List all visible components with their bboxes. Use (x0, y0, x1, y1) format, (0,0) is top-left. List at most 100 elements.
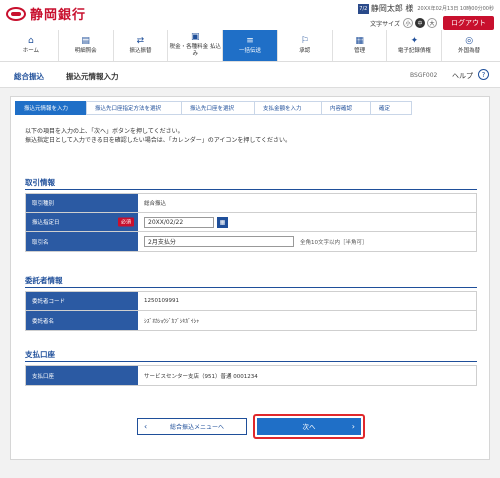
step-6: 確定 (370, 101, 412, 115)
step-indicator: 振込元情報を入力 振込先口座指定方法を選択 振込先口座を選択 支払金額を入力 内… (15, 101, 485, 115)
nav-item-transfer[interactable]: ⇄ 振込振替 (114, 30, 169, 61)
e-bond-icon: ✦ (410, 35, 419, 46)
button-area: ‹ 総合振込メニューへ 次へ › (11, 401, 491, 451)
nav-item-e-bond[interactable]: ✦ 電子記録債権 (387, 30, 443, 61)
nav-item-approval[interactable]: ⚐ 承認 (278, 30, 333, 61)
section-divider (25, 361, 477, 362)
form-row: 委託者名 ｼｽﾞｵｶｼｮｳｼﾞｶﾌﾞｼｷｶﾞｲｼｬ (26, 311, 476, 330)
nav-label: 外国為替 (458, 47, 481, 54)
client-info-table: 委託者コード 1250109991 委託者名 ｼｽﾞｵｶｼｮｳｼﾞｶﾌﾞｼｷｶﾞ… (25, 291, 477, 331)
last-login-time: 20XX年02月13日 10時00分00秒 (417, 6, 494, 12)
text-size-medium-button[interactable]: 中 (415, 18, 425, 28)
step-3: 振込先口座を選択 (181, 101, 255, 115)
next-button-highlight: 次へ › (253, 413, 365, 439)
text-size-small-button[interactable]: 小 (403, 18, 413, 28)
instructions: 以下の項目を入力の上、「次へ」ボタンを押してください。 振込指定日として入力でき… (25, 127, 475, 145)
nav-label: 管理 (354, 47, 366, 54)
chevron-left-icon: ‹ (144, 421, 148, 431)
field-label: 委託者コード (26, 292, 138, 310)
logout-button[interactable]: ログアウト (443, 16, 494, 30)
user-badge-icon: 7/2 (357, 3, 369, 14)
nav-label: 明細照会 (74, 47, 97, 54)
section-title-transaction: 取引情報 (25, 178, 55, 187)
transaction-name-input[interactable]: 2月支払分 (144, 236, 294, 247)
batch-transfer-icon: ≡ (246, 35, 254, 46)
text-size-controls: 文字サイズ 小 中 大 ログアウト (370, 16, 494, 30)
section-title-payment-account: 支払口座 (25, 350, 55, 359)
field-label: 取引名 (26, 232, 138, 251)
step-5: 内容確認 (321, 101, 371, 115)
nav-label: 一括伝送 (239, 47, 262, 54)
form-row: 取引名 2月支払分 全角10文字以内［半角可］ (26, 232, 476, 251)
admin-icon: ▦ (355, 35, 364, 46)
required-badge: 必須 (117, 217, 134, 227)
instruction-line: 振込指定日として入力できる日を確認したい場合は、「カレンダー」のアイコンを押して… (25, 137, 292, 144)
form-row: 振込指定日 必須 20XX/02/22 ▦ (26, 213, 476, 232)
nav-item-tax-payment[interactable]: ▣ 税金・各種料金 払込み (168, 30, 224, 61)
nav-label: 税金・各種料金 払込み (169, 44, 221, 57)
home-icon: ⌂ (28, 35, 34, 46)
section-title-client: 委託者情報 (25, 276, 63, 285)
transfer-date-input[interactable]: 20XX/02/22 (144, 216, 214, 228)
transaction-type-value: 総合振込 (144, 201, 167, 207)
step-1: 振込元情報を入力 (15, 101, 87, 115)
help-icon[interactable]: ? (478, 69, 489, 80)
page-titlebar: 総合振込 振込元情報入力 BSGF002 ヘルプ ? (0, 62, 500, 88)
back-button-label: 総合振込メニューへ (169, 423, 224, 431)
field-label: 振込指定日 (32, 220, 60, 226)
calendar-icon[interactable]: ▦ (217, 216, 228, 228)
field-label: 委託者名 (26, 311, 138, 330)
help-link[interactable]: ヘルプ (452, 71, 473, 81)
next-button[interactable]: 次へ › (257, 417, 361, 435)
payment-account-table: 支払口座 サービスセンター支店（951）普通 0001234 (25, 365, 477, 386)
nav-label: 振込振替 (129, 47, 152, 54)
nav-item-batch-transfer[interactable]: ≡ 一括伝送 (223, 30, 278, 61)
chevron-right-icon: › (351, 421, 355, 431)
main-panel: 振込元情報を入力 振込先口座指定方法を選択 振込先口座を選択 支払金額を入力 内… (10, 96, 490, 460)
back-to-menu-button[interactable]: ‹ 総合振込メニューへ (137, 417, 247, 435)
field-label: 支払口座 (26, 366, 138, 385)
user-area: 7/2 静岡太郎 様 20XX年02月13日 10時00分00秒 (357, 3, 494, 14)
header: 静岡銀行 7/2 静岡太郎 様 20XX年02月13日 10時00分00秒 文字… (0, 0, 500, 30)
transaction-info-table: 取引種別 総合振込 振込指定日 必須 20XX/02/22 ▦ 取引名 2月支払… (25, 193, 477, 252)
field-value: 20XX/02/22 ▦ (138, 213, 476, 231)
section-divider (25, 287, 477, 288)
document-search-icon: ▤ (81, 35, 90, 46)
payment-account-value: サービスセンター支店（951）普通 0001234 (144, 373, 258, 380)
nav-label: 承認 (299, 47, 311, 54)
field-value: 2月支払分 全角10文字以内［半角可］ (138, 232, 476, 251)
client-code-value: 1250109991 (144, 298, 179, 304)
nav-item-home[interactable]: ⌂ ホーム (4, 30, 59, 61)
bank-logo[interactable]: 静岡銀行 (6, 4, 86, 23)
step-4: 支払金額を入力 (254, 101, 322, 115)
global-nav: ⌂ ホーム ▤ 明細照会 ⇄ 振込振替 ▣ 税金・各種料金 払込み ≡ 一括伝送… (0, 30, 500, 62)
text-size-label: 文字サイズ (370, 20, 400, 28)
form-row: 委託者コード 1250109991 (26, 292, 476, 311)
user-name: 静岡太郎 様 (370, 4, 414, 13)
nav-label: 電子記録債権 (397, 47, 431, 54)
field-label-with-badge: 振込指定日 必須 (26, 213, 138, 231)
nav-item-statements[interactable]: ▤ 明細照会 (59, 30, 114, 61)
forex-icon: ◎ (465, 35, 474, 46)
step-2: 振込先口座指定方法を選択 (86, 101, 182, 115)
nav-label: ホーム (22, 47, 40, 54)
page-title: 振込元情報入力 (66, 72, 119, 81)
tax-payment-icon: ▣ (190, 32, 200, 43)
instruction-line: 以下の項目を入力の上、「次へ」ボタンを押してください。 (25, 128, 184, 135)
bank-logo-icon (6, 6, 26, 21)
nav-item-forex[interactable]: ◎ 外国為替 (442, 30, 496, 61)
form-row: 取引種別 総合振込 (26, 194, 476, 213)
nav-item-admin[interactable]: ▦ 管理 (333, 30, 388, 61)
form-row: 支払口座 サービスセンター支店（951）普通 0001234 (26, 366, 476, 385)
section-divider (25, 189, 477, 190)
next-button-label: 次へ (302, 423, 316, 431)
page-category: 総合振込 (14, 72, 44, 81)
field-label: 取引種別 (26, 194, 138, 212)
client-name-value: ｼｽﾞｵｶｼｮｳｼﾞｶﾌﾞｼｷｶﾞｲｼｬ (144, 318, 200, 325)
approval-icon: ⚐ (300, 35, 309, 46)
text-size-large-button[interactable]: 大 (427, 18, 437, 28)
transaction-name-hint: 全角10文字以内［半角可］ (300, 239, 368, 246)
bank-name: 静岡銀行 (30, 8, 87, 23)
transfer-icon: ⇄ (136, 35, 145, 46)
screen-code: BSGF002 (410, 72, 438, 79)
